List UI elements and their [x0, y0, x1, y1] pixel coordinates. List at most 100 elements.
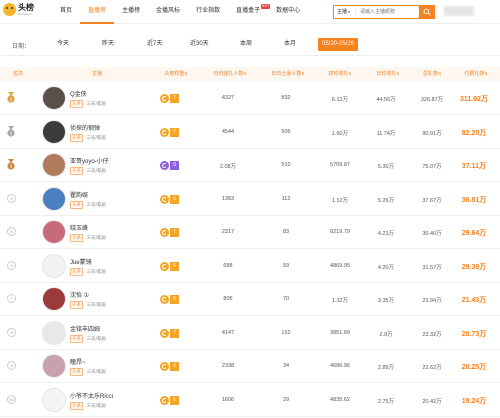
date-option-yesterday[interactable]: 昨天 — [102, 38, 114, 51]
column-header-total-gift-label: 总礼物 — [422, 71, 438, 77]
rank-cell: 4 — [5, 193, 17, 205]
weight-icon — [160, 228, 169, 237]
paid-gift-cell: 37.11万 — [461, 163, 487, 170]
date-option-today[interactable]: 今天 — [57, 38, 69, 51]
search-input[interactable] — [357, 6, 419, 18]
chevron-down-icon: ▾ — [348, 9, 351, 14]
avatar[interactable] — [42, 186, 66, 211]
avatar[interactable] — [42, 86, 66, 110]
avatar[interactable] — [42, 153, 66, 177]
platform-tag: 头条 — [70, 234, 83, 242]
total-gift-cell: 326.87万 — [420, 97, 444, 103]
avatar[interactable] — [42, 354, 66, 378]
anchor-name[interactable]: 沈怡 ① — [70, 290, 89, 299]
column-header-gift-users-label: 日均送礼人数 — [213, 71, 244, 77]
table-row[interactable]: 8 金铭丰四姆 头条 三农/家居 7 4147 152 3851.69 2.9万… — [0, 317, 500, 350]
avatar[interactable] — [42, 320, 66, 345]
weight-badge: 9 — [160, 161, 179, 170]
search-button[interactable] — [419, 5, 435, 19]
daily-gift-cell: 3.35万 — [377, 298, 395, 304]
medal-icon: 1 — [7, 92, 15, 103]
rich-users-cell: 152 — [281, 329, 291, 336]
column-header-avg-gift[interactable]: 初均收礼⇅ — [328, 70, 351, 77]
date-option-this-week[interactable]: 本周 — [240, 38, 252, 51]
weight-badge: 7 — [160, 228, 179, 237]
date-option-30days[interactable]: 近30天 — [190, 38, 209, 51]
table-row[interactable]: 4 瞿韵娱 头条 三农/家居 5 1383 112 1.12万 5.26万 37… — [0, 183, 500, 216]
avatar[interactable] — [42, 253, 66, 278]
anchor-tags: 头条 三农/家居 — [70, 200, 106, 209]
date-option-this-month[interactable]: 本月 — [284, 38, 296, 51]
rank-cell: 8 — [5, 327, 17, 339]
total-gift-cell: 31.57万 — [422, 264, 442, 271]
nav-item-home[interactable]: 首页 — [52, 0, 80, 24]
avg-gift-cell: 8219.79 — [330, 229, 350, 235]
weight-badge: 6 — [160, 362, 179, 371]
avg-gift-cell: 1.60万 — [331, 130, 349, 137]
total-gift-cell: 23.94万 — [422, 298, 442, 304]
table-row[interactable]: 10 小爷不太乐Ricci 头条 三农/家居 6 1606 29 4835.62… — [0, 384, 500, 417]
rank-cell: 3 — [5, 159, 17, 171]
anchor-name[interactable]: Jue蒙镜 — [70, 257, 92, 266]
nav-item-live-ranking[interactable]: 直播榜 — [80, 0, 115, 24]
sort-icon: ⇅ — [484, 71, 488, 76]
anchor-name[interactable]: 侦探的钢弹 — [70, 123, 100, 132]
anchor-name[interactable]: 瞳昂~ — [70, 357, 86, 366]
anchor-name[interactable]: 小爷不太乐Ricci — [70, 391, 113, 400]
nav-item-live-box-label: 直播盒子 — [236, 8, 261, 14]
weight-icon — [160, 127, 169, 137]
nav-item-live-box[interactable]: 直播盒子 HOT — [228, 0, 271, 24]
rich-users-cell: 59 — [282, 262, 290, 269]
anchor-name[interactable]: 晓玉峰 — [70, 223, 88, 232]
anchor-name[interactable]: 金铭丰四姆 — [70, 324, 100, 333]
anchor-tags: 头条 三农/家居 — [70, 301, 106, 309]
paid-gift-cell: 21.43万 — [461, 297, 487, 304]
table-row[interactable]: 9 瞳昂~ 头条 三农/家居 6 2338 34 4686.96 2.89万 2… — [0, 350, 500, 383]
weight-icon — [160, 161, 169, 170]
anchor-name[interactable]: Q金侠 — [70, 89, 87, 98]
nav-item-industry-index[interactable]: 行业指数 — [188, 0, 228, 24]
column-header-rich-users[interactable]: 日均土豪人数⇅ — [271, 70, 304, 77]
date-option-custom-range[interactable]: 05/20-05/26 — [318, 38, 359, 51]
user-avatar[interactable] — [444, 6, 474, 16]
avatar[interactable] — [42, 387, 66, 412]
nav-item-anchor-ranking[interactable]: 主播榜 — [114, 0, 148, 24]
avatar[interactable] — [42, 287, 66, 311]
column-header-paid-gift[interactable]: 付费礼物⇅ — [464, 70, 487, 77]
search-type-select[interactable]: 主播▾ — [334, 6, 356, 18]
paid-gift-cell: 29.64万 — [461, 230, 487, 237]
avg-gift-cell: 4686.96 — [330, 363, 350, 369]
gift-users-cell: 1383 — [221, 195, 235, 202]
table-row[interactable]: 7 沈怡 ① 头条 三农/家居 5 805 70 1.32万 3.35万 23.… — [0, 283, 500, 316]
column-header-weight[interactable]: 头榜权重⇅ — [164, 70, 187, 77]
rank-number: 6 — [7, 260, 16, 270]
anchor-tags: 头条 三农/家居 — [70, 401, 106, 410]
site-logo[interactable]: 头榜 toubang.tv — [3, 2, 43, 22]
weight-value: 7 — [170, 127, 179, 137]
weight-icon — [160, 362, 169, 371]
avatar[interactable] — [42, 220, 66, 244]
table-row[interactable]: 2 侦探的钢弹 头条 三农/家居 7 4544 505 1.60万 11.74万… — [0, 116, 500, 149]
category-tag: 三农/家居 — [86, 201, 106, 207]
table-row[interactable]: 3 亚哥yoyo-小仔 头条 三农/家居 9 2.08万 510 5709.87… — [0, 149, 500, 182]
rank-number: 5 — [7, 227, 16, 236]
weight-icon — [160, 261, 169, 271]
column-header-avg-gift-label: 初均收礼 — [328, 71, 349, 77]
table-row[interactable]: 1 Q金侠 头条 三农/家居 7 4327 832 6.12万 44.56万 3… — [0, 82, 500, 115]
rank-number: 9 — [7, 361, 16, 370]
table-row[interactable]: 6 Jue蒙镜 头条 三农/家居 6 688 59 4869.95 4.20万 … — [0, 250, 500, 283]
date-option-7days[interactable]: 近7天 — [147, 38, 162, 51]
column-header-total-gift[interactable]: 总礼物⇅ — [423, 70, 441, 77]
avatar[interactable] — [42, 119, 66, 144]
anchor-name[interactable]: 亚哥yoyo-小仔 — [70, 156, 109, 165]
rank-number: 8 — [7, 327, 16, 337]
nav-item-data-center[interactable]: 数据中心 — [268, 0, 308, 24]
rank-number: 10 — [7, 394, 16, 404]
column-header-gift-users[interactable]: 日均送礼人数⇅ — [213, 70, 246, 77]
anchor-name[interactable]: 瞿韵娱 — [70, 190, 88, 199]
daily-gift-cell: 44.56万 — [376, 97, 396, 103]
nav-item-gold-ranking[interactable]: 金播风标 — [148, 0, 188, 24]
platform-tag: 头条 — [70, 100, 83, 108]
table-row[interactable]: 5 晓玉峰 头条 三农/家居 7 2317 83 8219.79 4.23万 3… — [0, 216, 500, 249]
column-header-daily-gift[interactable]: 日均收礼⇅ — [376, 70, 399, 77]
